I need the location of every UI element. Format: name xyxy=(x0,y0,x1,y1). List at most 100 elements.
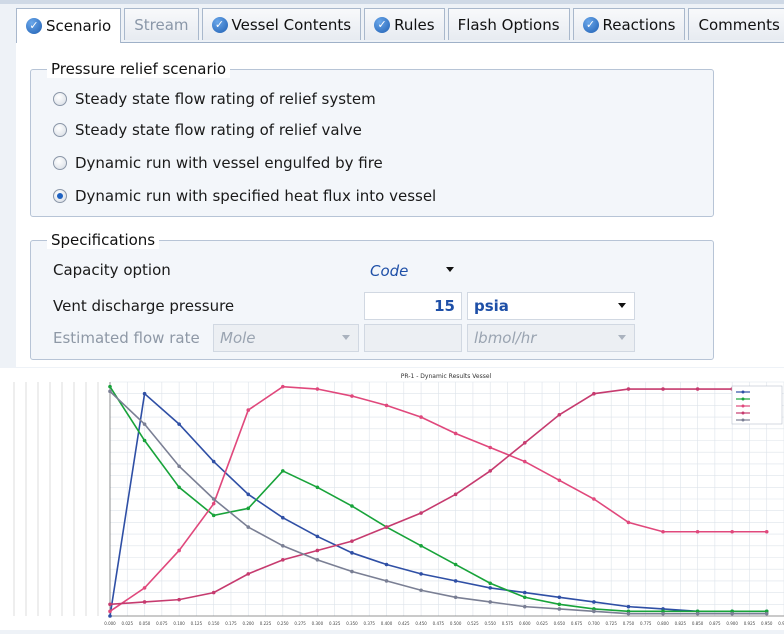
series-point xyxy=(661,611,665,616)
series-point xyxy=(177,485,181,490)
series-point xyxy=(626,520,631,525)
series-point xyxy=(281,469,285,473)
group-title: Specifications xyxy=(47,231,160,249)
radio-button-selected[interactable] xyxy=(53,189,67,203)
tab-scenario[interactable]: ✓ Scenario xyxy=(16,8,122,43)
series-point xyxy=(453,579,458,583)
capacity-option-dropdown[interactable]: Code xyxy=(364,257,462,285)
x-tick-label: 0.550 xyxy=(484,621,496,626)
vent-pressure-input[interactable]: 15 xyxy=(364,292,462,320)
series-point xyxy=(211,501,216,506)
x-tick-label: 0.425 xyxy=(398,621,410,626)
radio-label: Steady state flow rating of relief syste… xyxy=(75,90,376,108)
x-tick-label: 0.300 xyxy=(312,621,324,626)
radio-option-steady-state-relief-system[interactable]: Steady state flow rating of relief syste… xyxy=(53,90,376,108)
series-point xyxy=(142,438,147,443)
chevron-down-icon xyxy=(618,335,626,340)
x-tick-label: 0.025 xyxy=(122,621,134,626)
tab-vessel-contents[interactable]: ✓ Vessel Contents xyxy=(201,8,362,40)
tab-comments-label: Comments xyxy=(698,15,780,34)
series-point xyxy=(246,408,251,412)
series-point xyxy=(557,607,562,611)
x-tick-label: 0.450 xyxy=(415,621,427,626)
flow-unit-dropdown[interactable]: lbmol/hr xyxy=(467,324,635,352)
x-tick-label: 0.625 xyxy=(536,621,548,626)
x-tick-label: 0.675 xyxy=(571,621,583,626)
series-point xyxy=(315,548,320,553)
x-tick-label: 0.150 xyxy=(208,621,220,626)
series-point xyxy=(453,562,458,567)
check-circle-icon: ✓ xyxy=(26,18,42,34)
x-tick-label: 0.200 xyxy=(243,621,255,626)
series-point xyxy=(384,403,389,408)
vent-pressure-value: 15 xyxy=(434,297,455,315)
series-point xyxy=(177,597,181,602)
radio-button[interactable] xyxy=(53,156,67,170)
tab-flash-options[interactable]: Flash Options xyxy=(447,8,570,40)
series-point xyxy=(142,586,147,590)
series-point xyxy=(281,515,285,520)
tab-scenario-label: Scenario xyxy=(46,17,112,35)
tab-reactions[interactable]: ✓ Reactions xyxy=(572,8,686,40)
series-point xyxy=(246,572,251,576)
series-point xyxy=(764,611,769,616)
legend-marker xyxy=(741,418,745,422)
capacity-option-label: Capacity option xyxy=(53,261,171,279)
series-point xyxy=(557,595,562,600)
flow-basis-dropdown[interactable]: Mole xyxy=(213,324,359,352)
check-circle-icon: ✓ xyxy=(582,16,599,33)
legend-marker xyxy=(741,404,745,408)
tab-flash-options-label: Flash Options xyxy=(457,15,560,34)
x-tick-labels: 0.000 0.025 0.050 0.075 0.100 0.125 0.150 0.175… xyxy=(104,621,784,626)
series-point xyxy=(315,387,320,391)
specifications-group: Specifications Capacity option Code Vent… xyxy=(30,231,714,360)
tab-vessel-contents-label: Vessel Contents xyxy=(231,15,352,34)
series-point xyxy=(592,497,596,501)
series-point xyxy=(350,569,354,574)
tab-rules[interactable]: ✓ Rules xyxy=(364,8,445,40)
series-point xyxy=(177,548,181,553)
series-point xyxy=(246,492,251,497)
tab-stream[interactable]: Stream xyxy=(124,8,199,40)
series-point xyxy=(592,609,596,614)
series-point xyxy=(488,586,493,590)
flow-rate-input[interactable] xyxy=(364,324,462,352)
series-point xyxy=(522,595,527,600)
x-tick-label: 0.600 xyxy=(519,621,531,626)
series-point xyxy=(557,602,562,607)
legend-marker xyxy=(741,397,745,401)
x-tick-label: 0.850 xyxy=(692,621,704,626)
x-tick-label: 0.400 xyxy=(381,621,393,626)
radio-option-steady-state-relief-valve[interactable]: Steady state flow rating of relief valve xyxy=(53,121,362,139)
radio-label: Dynamic run with specified heat flux int… xyxy=(75,187,437,205)
series-point xyxy=(108,602,112,607)
radio-option-fire-engulfed[interactable]: Dynamic run with vessel engulfed by fire xyxy=(53,154,383,172)
x-tick-label: 0.100 xyxy=(173,621,185,626)
series-point xyxy=(488,600,493,604)
group-title: Pressure relief scenario xyxy=(47,60,230,78)
x-tick-label: 0.925 xyxy=(744,621,756,626)
series-point xyxy=(384,562,389,567)
series-point xyxy=(488,581,493,586)
tab-rules-label: Rules xyxy=(394,15,435,34)
vent-discharge-pressure-label: Vent discharge pressure xyxy=(53,297,235,315)
series-point xyxy=(453,431,458,436)
x-tick-label: 0.875 xyxy=(709,621,721,626)
pressure-unit-dropdown[interactable]: psia xyxy=(467,292,635,320)
series-point xyxy=(350,504,354,508)
series-point xyxy=(315,558,320,562)
x-tick-label: 0.725 xyxy=(605,621,617,626)
series-point xyxy=(315,485,320,490)
series-point xyxy=(211,513,216,518)
radio-button[interactable] xyxy=(53,123,67,137)
series-point xyxy=(315,534,320,539)
x-tick-label: 0.475 xyxy=(433,621,445,626)
radio-option-specified-heat-flux[interactable]: Dynamic run with specified heat flux int… xyxy=(53,187,436,205)
x-tick-label: 0.375 xyxy=(364,621,376,626)
x-tick-label: 0.700 xyxy=(588,621,600,626)
chart-title: PR-1 - Dynamic Results Vessel xyxy=(401,373,492,380)
chevron-down-icon xyxy=(618,303,626,308)
tab-comments[interactable]: Comments xyxy=(688,8,784,40)
radio-button[interactable] xyxy=(53,92,67,106)
x-tick-label: 0.325 xyxy=(329,621,341,626)
